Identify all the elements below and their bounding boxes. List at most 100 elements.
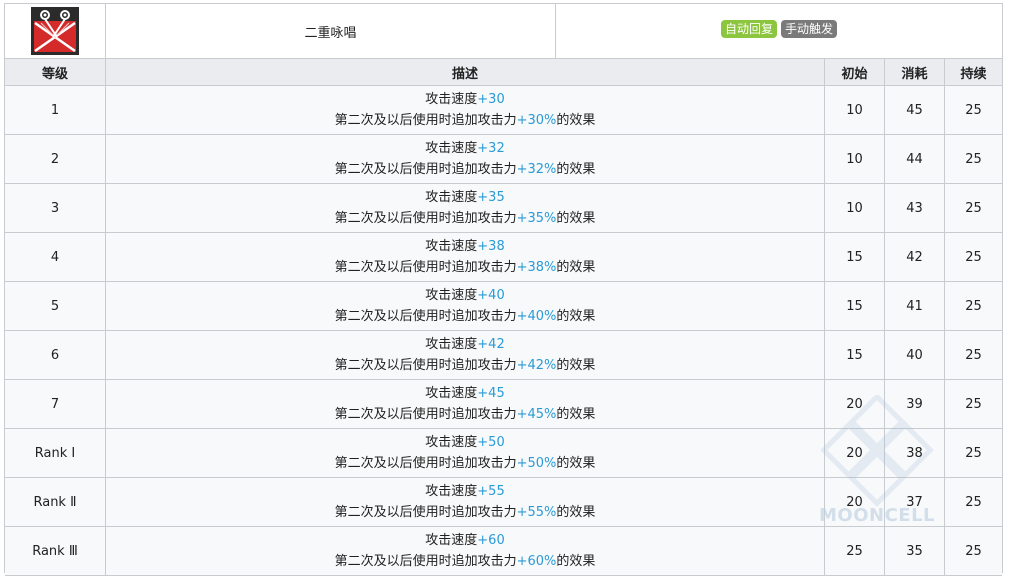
level-cell: Rank Ⅲ (5, 527, 106, 575)
atk-suffix: 的效果 (556, 456, 596, 471)
atk-label: 第二次及以后使用时追加攻击力 (334, 260, 517, 275)
atk-suffix: 的效果 (556, 554, 596, 569)
atk-value: +55% (516, 505, 557, 520)
aspd-value: +40 (477, 288, 505, 303)
table-row: 2 攻击速度+32 第二次及以后使用时追加攻击力+32%的效果 10 44 25 (5, 135, 1002, 184)
column-header-row: 等级 描述 初始 消耗 持续 (5, 59, 1002, 86)
atk-value: +30% (516, 113, 557, 128)
atk-suffix: 的效果 (556, 211, 596, 226)
description-cell: 攻击速度+38 第二次及以后使用时追加攻击力+38%的效果 (106, 233, 825, 281)
atk-value: +32% (516, 162, 557, 177)
cost-cell: 40 (885, 331, 945, 379)
level-cell: 7 (5, 380, 106, 428)
atk-suffix: 的效果 (556, 162, 596, 177)
description-cell: 攻击速度+45 第二次及以后使用时追加攻击力+45%的效果 (106, 380, 825, 428)
atk-suffix: 的效果 (556, 309, 596, 324)
aspd-value: +45 (477, 386, 505, 401)
column-header-cost: 消耗 (885, 59, 945, 85)
duration-cell: 25 (965, 543, 982, 559)
description-line-aspd: 攻击速度+30 (425, 89, 504, 110)
duration-cell: 25 (965, 494, 982, 510)
description-line-atk: 第二次及以后使用时追加攻击力+35%的效果 (335, 208, 596, 229)
column-header-description: 描述 (106, 59, 825, 85)
skill-table: 二重咏唱 自动回复 手动触发 等级 描述 初始 消耗 持续 1 攻击速度+30 第二… (4, 3, 1003, 576)
skill-tags: 自动回复 手动触发 (556, 4, 1002, 58)
atk-suffix: 的效果 (556, 358, 596, 373)
atk-label: 第二次及以后使用时追加攻击力 (334, 407, 517, 422)
aspd-value: +32 (477, 141, 505, 156)
table-row: 4 攻击速度+38 第二次及以后使用时追加攻击力+38%的效果 15 42 25 (5, 233, 1002, 282)
column-header-duration: 持续 (960, 66, 987, 82)
duration-cell: 25 (965, 200, 982, 216)
duration-cell: 25 (965, 347, 982, 363)
description-line-aspd: 攻击速度+40 (425, 285, 504, 306)
table-row: 7 攻击速度+45 第二次及以后使用时追加攻击力+45%的效果 20 39 25 (5, 380, 1002, 429)
aspd-value: +50 (477, 435, 505, 450)
description-line-atk: 第二次及以后使用时追加攻击力+38%的效果 (335, 257, 596, 278)
aspd-label: 攻击速度 (425, 484, 478, 499)
description-line-atk: 第二次及以后使用时追加攻击力+42%的效果 (335, 355, 596, 376)
atk-label: 第二次及以后使用时追加攻击力 (334, 162, 517, 177)
initial-cell: 15 (825, 282, 885, 330)
level-cell: 4 (5, 233, 106, 281)
column-header-level: 等级 (5, 59, 106, 85)
cost-cell: 38 (885, 429, 945, 477)
description-cell: 攻击速度+30 第二次及以后使用时追加攻击力+30%的效果 (106, 86, 825, 134)
table-row: 5 攻击速度+40 第二次及以后使用时追加攻击力+40%的效果 15 41 25 (5, 282, 1002, 331)
level-cell: 6 (5, 331, 106, 379)
initial-cell: 25 (825, 527, 885, 575)
aspd-label: 攻击速度 (425, 190, 478, 205)
description-line-atk: 第二次及以后使用时追加攻击力+60%的效果 (335, 551, 596, 572)
description-line-atk: 第二次及以后使用时追加攻击力+50%的效果 (335, 453, 596, 474)
cost-cell: 43 (885, 184, 945, 232)
description-line-aspd: 攻击速度+55 (425, 481, 504, 502)
atk-label: 第二次及以后使用时追加攻击力 (334, 505, 517, 520)
duration-cell: 25 (965, 249, 982, 265)
aspd-value: +35 (477, 190, 505, 205)
atk-label: 第二次及以后使用时追加攻击力 (334, 113, 517, 128)
table-row: 6 攻击速度+42 第二次及以后使用时追加攻击力+42%的效果 15 40 25 (5, 331, 1002, 380)
cost-cell: 42 (885, 233, 945, 281)
initial-cell: 15 (825, 233, 885, 281)
skill-icon-cell (5, 4, 106, 58)
atk-suffix: 的效果 (556, 113, 596, 128)
description-line-atk: 第二次及以后使用时追加攻击力+30%的效果 (335, 110, 596, 131)
atk-label: 第二次及以后使用时追加攻击力 (334, 309, 517, 324)
level-cell: Rank Ⅰ (5, 429, 106, 477)
aspd-label: 攻击速度 (425, 533, 478, 548)
description-line-atk: 第二次及以后使用时追加攻击力+32%的效果 (335, 159, 596, 180)
atk-label: 第二次及以后使用时追加攻击力 (334, 211, 517, 226)
description-line-aspd: 攻击速度+32 (425, 138, 504, 159)
column-header-initial: 初始 (825, 59, 885, 85)
initial-cell: 10 (825, 86, 885, 134)
description-line-aspd: 攻击速度+38 (425, 236, 504, 257)
description-line-aspd: 攻击速度+60 (425, 530, 504, 551)
duration-cell: 25 (965, 396, 982, 412)
atk-value: +50% (516, 456, 557, 471)
initial-cell: 20 (825, 478, 885, 526)
atk-value: +35% (516, 211, 557, 226)
atk-value: +38% (516, 260, 557, 275)
description-cell: 攻击速度+32 第二次及以后使用时追加攻击力+32%的效果 (106, 135, 825, 183)
initial-cell: 15 (825, 331, 885, 379)
cost-cell: 44 (885, 135, 945, 183)
description-line-atk: 第二次及以后使用时追加攻击力+45%的效果 (335, 404, 596, 425)
description-line-atk: 第二次及以后使用时追加攻击力+40%的效果 (335, 306, 596, 327)
aspd-label: 攻击速度 (425, 386, 478, 401)
description-line-aspd: 攻击速度+42 (425, 334, 504, 355)
atk-value: +45% (516, 407, 557, 422)
table-row: 1 攻击速度+30 第二次及以后使用时追加攻击力+30%的效果 10 45 25 (5, 86, 1002, 135)
atk-suffix: 的效果 (556, 505, 596, 520)
initial-cell: 10 (825, 135, 885, 183)
table-row: Rank Ⅰ 攻击速度+50 第二次及以后使用时追加攻击力+50%的效果 20 38 25 (5, 429, 1002, 478)
initial-cell: 10 (825, 184, 885, 232)
description-cell: 攻击速度+42 第二次及以后使用时追加攻击力+42%的效果 (106, 331, 825, 379)
cost-cell: 41 (885, 282, 945, 330)
level-cell: Rank Ⅱ (5, 478, 106, 526)
aspd-value: +42 (477, 337, 505, 352)
description-cell: 攻击速度+35 第二次及以后使用时追加攻击力+35%的效果 (106, 184, 825, 232)
atk-value: +60% (516, 554, 557, 569)
initial-cell: 20 (825, 429, 885, 477)
description-line-atk: 第二次及以后使用时追加攻击力+55%的效果 (335, 502, 596, 523)
description-cell: 攻击速度+50 第二次及以后使用时追加攻击力+50%的效果 (106, 429, 825, 477)
